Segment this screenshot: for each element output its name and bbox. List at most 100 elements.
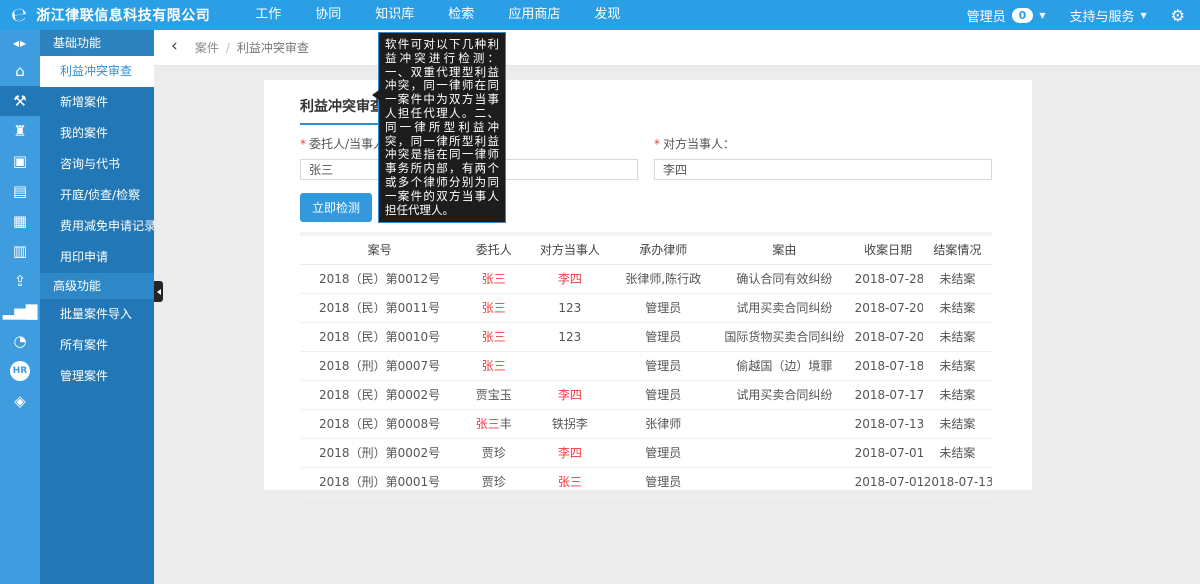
stamp-icon[interactable]: ♜ (0, 116, 40, 146)
breadcrumb-item-cases[interactable]: 案件 (195, 39, 219, 56)
name-text: 贾珍 (482, 475, 506, 489)
caret-down-icon: ▼ (1141, 11, 1147, 20)
cause-cell (715, 409, 853, 438)
bar-chart-icon[interactable]: ▂▅▇ (0, 296, 40, 326)
conflict-info-tooltip: 软件可对以下几种利益冲突进行检测：一、双重代理型利益冲突，同一律师在同一案件中为… (378, 32, 506, 223)
table-row[interactable]: 2018（民）第0010号张三123管理员国际货物买卖合同纠纷2018-07-2… (300, 322, 992, 351)
case-no-cell: 2018（刑）第0001号 (300, 467, 459, 496)
table-row[interactable]: 2018（民）第0012号张三李四张律师,陈行政确认合同有效纠纷2018-07-… (300, 264, 992, 293)
gavel-case-icon[interactable]: ⚒ (0, 86, 40, 116)
sidebar-item-fee-waiver[interactable]: 费用减免申请记录 (40, 211, 154, 242)
nav-work[interactable]: 工作 (238, 0, 298, 30)
cause-cell (715, 438, 853, 467)
sidebar-item-manage-cases[interactable]: 管理案件 (40, 361, 154, 392)
sidebar-item-conflict-review[interactable]: 利益冲突审查 (40, 56, 154, 87)
table-row[interactable]: 2018（民）第0011号张三123管理员试用买卖合同纠纷2018-07-20未… (300, 293, 992, 322)
close-status-cell: 未结案 (923, 409, 992, 438)
opponent-cell: 123 (528, 293, 611, 322)
case-no-cell: 2018（民）第0008号 (300, 409, 459, 438)
opponent-input[interactable] (654, 159, 992, 180)
support-menu[interactable]: 支持与服务 ▼ (1069, 6, 1146, 25)
matched-name: 张三 (482, 359, 506, 373)
matched-name: 张三 (482, 330, 506, 344)
table-column-header: 委托人 (459, 234, 528, 264)
opponent-field: *对方当事人： (654, 135, 992, 180)
table-row[interactable]: 2018（刑）第0001号贾珍张三管理员2018-07-012018-07-13 (300, 467, 992, 496)
nav-discover[interactable]: 发现 (577, 0, 637, 30)
table-row[interactable]: 2018（刑）第0002号贾珍李四管理员2018-07-01未结案 (300, 438, 992, 467)
case-no-cell: 2018（民）第0002号 (300, 380, 459, 409)
case-no-cell: 2018（民）第0012号 (300, 264, 459, 293)
client-cell: 张三 (459, 351, 528, 380)
sidebar-icon-strip: ◀▶⌂⚒♜▣▤▦▥⇪▂▅▇◔HR◈ (0, 30, 40, 584)
back-chevron-icon[interactable]: ‹ (171, 38, 178, 55)
sidebar-item-hearing[interactable]: 开庭/侦查/检察 (40, 180, 154, 211)
table-row[interactable]: 2018（民）第0008号张三丰铁拐李张律师2018-07-13未结案 (300, 409, 992, 438)
table-column-header: 收案日期 (854, 234, 923, 264)
apps-grid-icon[interactable]: ▦ (0, 206, 40, 236)
nav-knowledge[interactable]: 知识库 (358, 0, 431, 30)
caret-down-icon: ▼ (1039, 11, 1045, 20)
top-bar: ℮ 浙江律联信息科技有限公司 工作协同知识库检索应用商店发现 管理员 0 ▼ 支… (0, 0, 1200, 30)
nav-search[interactable]: 检索 (431, 0, 491, 30)
client-cell: 贾珍 (459, 467, 528, 496)
sidebar-item-batch-import[interactable]: 批量案件导入 (40, 299, 154, 330)
tab-conflict-review[interactable]: 利益冲突审查 (300, 96, 384, 125)
user-name: 管理员 (967, 6, 1006, 25)
sidebar-item-seal-request[interactable]: 用印申请 (40, 242, 154, 273)
close-status-cell: 未结案 (923, 380, 992, 409)
id-card-icon[interactable]: ▤ (0, 176, 40, 206)
nav-collaboration[interactable]: 协同 (298, 0, 358, 30)
home-icon[interactable]: ⌂ (0, 56, 40, 86)
sidebar-item-all-cases[interactable]: 所有案件 (40, 330, 154, 361)
breadcrumb: ‹ 案件 / 利益冲突审查 (154, 30, 1200, 66)
sidebar-item-consult-draft[interactable]: 咨询与代书 (40, 149, 154, 180)
sidebar-item-my-cases[interactable]: 我的案件 (40, 118, 154, 149)
table-column-header: 承办律师 (611, 234, 715, 264)
accept-date-cell: 2018-07-18 (854, 351, 923, 380)
lawyer-cell: 管理员 (611, 438, 715, 467)
cause-cell: 国际货物买卖合同纠纷 (715, 322, 853, 351)
cube-icon[interactable]: ◈ (0, 386, 40, 416)
sidebar-section-header[interactable]: 基础功能 (40, 30, 154, 56)
accept-date-cell: 2018-07-01 (854, 467, 923, 496)
company-logo-icon: ℮ (10, 4, 29, 25)
briefcase-icon[interactable]: ▣ (0, 146, 40, 176)
lawyer-cell: 管理员 (611, 467, 715, 496)
hr-icon[interactable]: HR (0, 356, 40, 386)
sidebar-menu: 基础功能利益冲突审查新增案件我的案件咨询与代书开庭/侦查/检察费用减免申请记录用… (40, 30, 154, 584)
sidebar-section-header[interactable]: 高级功能 (40, 273, 154, 299)
user-menu[interactable]: 管理员 0 ▼ (967, 6, 1046, 25)
opponent-field-label: *对方当事人： (654, 135, 992, 152)
name-text: 铁拐李 (552, 417, 588, 431)
top-bar-right: 管理员 0 ▼ 支持与服务 ▼ ⚙ (967, 6, 1200, 25)
name-text: 贾宝玉 (476, 388, 512, 402)
settings-gear-icon[interactable]: ⚙ (1171, 6, 1185, 25)
cause-cell: 试用买卖合同纠纷 (715, 293, 853, 322)
cause-cell: 确认合同有效纠纷 (715, 264, 853, 293)
table-column-header: 案号 (300, 234, 459, 264)
app-root: ℮ 浙江律联信息科技有限公司 工作协同知识库检索应用商店发现 管理员 0 ▼ 支… (0, 0, 1200, 584)
breadcrumb-separator: / (226, 41, 230, 55)
library-books-icon[interactable]: ▥ (0, 236, 40, 266)
close-status-cell: 未结案 (923, 438, 992, 467)
client-cell: 张三丰 (459, 409, 528, 438)
upload-box-icon[interactable]: ⇪ (0, 266, 40, 296)
tooltip-arrow (372, 90, 379, 100)
table-row[interactable]: 2018（刑）第0007号张三管理员偷越国（边）境罪2018-07-18未结案 (300, 351, 992, 380)
lawyer-cell: 管理员 (611, 322, 715, 351)
table-row[interactable]: 2018（民）第0002号贾宝玉李四管理员试用买卖合同纠纷2018-07-17未… (300, 380, 992, 409)
company-name: 浙江律联信息科技有限公司 (36, 5, 210, 25)
matched-name: 李四 (558, 272, 582, 286)
client-cell: 张三 (459, 322, 528, 351)
detect-now-button[interactable]: 立即检测 (300, 193, 372, 222)
nav-app-store[interactable]: 应用商店 (491, 0, 577, 30)
name-text: 贾珍 (482, 446, 506, 460)
pie-slides-icon[interactable]: ◔ (0, 326, 40, 356)
matched-name: 李四 (558, 446, 582, 460)
accept-date-cell: 2018-07-28 (854, 264, 923, 293)
collapse-arrows-icon[interactable]: ◀▶ (0, 30, 40, 56)
sidebar-item-new-case[interactable]: 新增案件 (40, 87, 154, 118)
lawyer-cell: 张律师,陈行政 (611, 264, 715, 293)
sidebar-collapse-handle[interactable] (154, 281, 163, 302)
